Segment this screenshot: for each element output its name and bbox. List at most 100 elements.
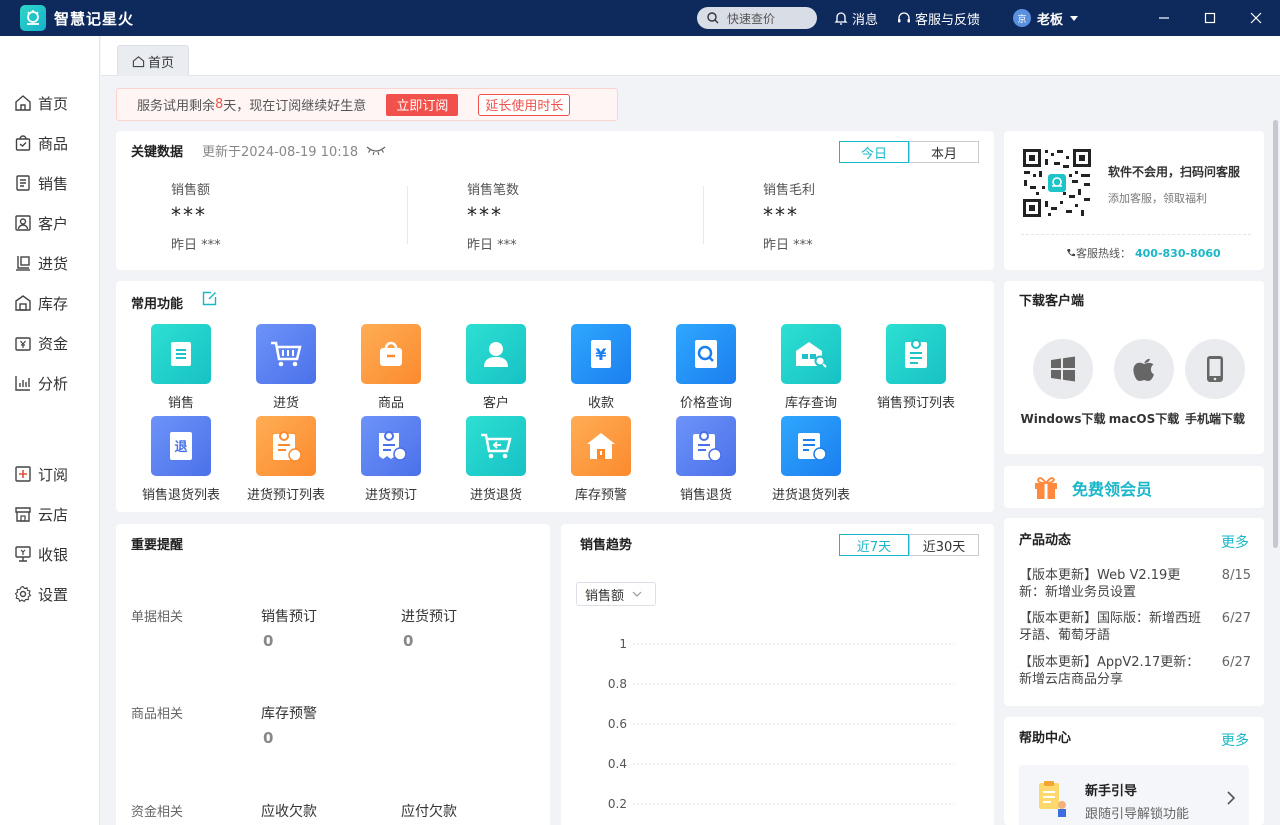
phone-icon <box>1067 249 1075 257</box>
sidebar-item-inventory[interactable]: 库存 <box>14 293 68 313</box>
reminder-value: 0 <box>263 729 274 747</box>
func-receipt[interactable]: ¥ 收款 <box>546 324 656 411</box>
reminders-card: 重要提醒 单据相关 销售预订 0 进货预订 0 商品相关 库存预警 0 资金相关… <box>116 524 550 825</box>
sidebar-item-home[interactable]: 首页 <box>14 93 68 113</box>
func-purchase-order[interactable]: 进货预订 <box>336 416 446 503</box>
func-purchase-order-list[interactable]: 进货预订列表 <box>231 416 341 503</box>
sidebar-item-subscribe[interactable]: 订阅 <box>14 464 68 484</box>
divider <box>703 186 704 244</box>
sidebar-item-label: 设置 <box>38 585 69 604</box>
guide-subtitle: 跟随引导解锁功能 <box>1085 807 1190 822</box>
purchase-icon <box>16 256 30 271</box>
sidebar-item-label: 首页 <box>38 94 69 113</box>
download-label: Windows下载 <box>1020 412 1106 426</box>
func-sales-order-list[interactable]: 销售预订列表 <box>861 324 971 411</box>
close-button[interactable] <box>1233 0 1279 36</box>
help-more-link[interactable]: 更多 <box>1221 730 1249 750</box>
download-windows[interactable]: Windows下载 <box>1018 339 1108 427</box>
sidebar-item-label: 分析 <box>38 374 69 393</box>
func-label: 销售 <box>167 396 194 411</box>
edit-icon[interactable] <box>202 291 217 306</box>
user-name: 老板 <box>1037 12 1064 28</box>
func-label: 进货预订列表 <box>246 488 325 503</box>
news-date: 8/15 <box>1221 568 1251 583</box>
sidebar-item-funds[interactable]: 资金 <box>14 333 68 353</box>
news-date: 6/27 <box>1221 611 1251 626</box>
news-item[interactable]: 【版本更新】AppV2.17更新：新增云店商品分享 6/27 <box>1019 654 1251 688</box>
group-label: 单据相关 <box>131 610 184 625</box>
sidebar-item-purchase[interactable]: 进货 <box>14 253 68 273</box>
download-card: 下载客户端 Windows下载 macOS下载 手机端下载 <box>1004 281 1264 454</box>
reminder-payable[interactable]: 应付欠款 <box>401 801 457 821</box>
period-30-days[interactable]: 近30天 <box>909 534 979 556</box>
trial-suffix: 天，现在订阅继续好生意 <box>223 99 367 114</box>
maximize-button[interactable] <box>1187 0 1233 36</box>
download-label: 手机端下载 <box>1184 412 1245 426</box>
support-button[interactable]: 客服与反馈 <box>896 0 980 36</box>
metric-label: 销售额 <box>171 183 211 198</box>
reminder-receivable[interactable]: 应收欠款 <box>261 801 317 821</box>
reminder-stock-warning[interactable]: 库存预警 0 <box>261 703 317 747</box>
reminder-sales-order[interactable]: 销售预订 0 <box>261 606 317 650</box>
func-products[interactable]: 商品 <box>336 324 446 411</box>
func-label: 客户 <box>482 396 509 411</box>
func-customers[interactable]: 客户 <box>441 324 551 411</box>
quick-search-input[interactable]: 快速查价 <box>697 7 817 29</box>
reminder-name: 销售预订 <box>261 609 317 625</box>
free-vip-card[interactable]: 免费领会员 <box>1004 466 1264 508</box>
func-sales-return[interactable]: 销售退货 <box>651 416 761 503</box>
sidebar: 首页 商品 销售 客户 进货 库存 资金 分析 订阅 云店 收银 设置 <box>0 36 100 825</box>
messages-button[interactable]: 消息 <box>833 0 878 36</box>
sidebar-item-cloud-store[interactable]: 云店 <box>14 504 68 524</box>
period-today[interactable]: 今日 <box>839 141 909 163</box>
func-purchase[interactable]: 进货 <box>231 324 341 411</box>
metric-yesterday: 昨日 *** <box>467 238 517 253</box>
reminder-purchase-order[interactable]: 进货预订 0 <box>401 606 457 650</box>
chevron-right-icon <box>1227 791 1236 805</box>
minimize-button[interactable] <box>1141 0 1187 36</box>
func-label: 库存预警 <box>574 488 627 503</box>
messages-label: 消息 <box>852 12 879 28</box>
product-news-card: 产品动态 更多 【版本更新】Web V2.19更新：新增业务员设置 8/15 【… <box>1004 518 1264 706</box>
func-sales-return-list[interactable]: 退 销售退货列表 <box>126 416 236 503</box>
period-7-days[interactable]: 近7天 <box>839 534 909 556</box>
trial-days: 8 <box>215 97 224 112</box>
func-sales[interactable]: 销售 <box>126 324 236 411</box>
download-title: 下载客户端 <box>1019 294 1085 309</box>
metric-select[interactable]: 销售额 <box>576 582 656 606</box>
news-item[interactable]: 【版本更新】Web V2.19更新：新增业务员设置 8/15 <box>1019 567 1251 601</box>
news-item[interactable]: 【版本更新】国际版：新增西班牙語、葡萄牙語 6/27 <box>1019 610 1251 644</box>
sales-trend-card: 销售趋势 近7天 近30天 销售额 1 0.8 0.6 0.4 0.2 <box>561 524 994 825</box>
user-menu[interactable]: 京 老板 <box>1013 0 1082 36</box>
help-center-card: 帮助中心 更多 新手引导 跟随引导解锁功能 <box>1004 717 1264 825</box>
period-month[interactable]: 本月 <box>909 141 979 163</box>
func-price-query[interactable]: 价格查询 <box>651 324 761 411</box>
beginner-guide[interactable]: 新手引导 跟随引导解锁功能 <box>1019 765 1249 825</box>
eye-closed-icon[interactable] <box>366 144 386 156</box>
chart-y-tick-label: 0.6 <box>608 717 627 731</box>
headset-icon <box>898 12 910 23</box>
sidebar-item-sales[interactable]: 销售 <box>14 173 68 193</box>
tab-home[interactable]: 首页 <box>117 45 189 76</box>
news-more-link[interactable]: 更多 <box>1221 532 1249 552</box>
sidebar-item-cashier[interactable]: 收银 <box>14 544 68 564</box>
sidebar-item-customers[interactable]: 客户 <box>14 213 68 233</box>
store-icon <box>15 507 31 522</box>
func-purchase-return[interactable]: 进货退货 <box>441 416 551 503</box>
func-stock-query[interactable]: 库存查询 <box>756 324 866 411</box>
sidebar-item-products[interactable]: 商品 <box>14 133 68 153</box>
func-stock-warning[interactable]: 库存预警 <box>546 416 656 503</box>
subscribe-button[interactable]: 立即订阅 <box>386 93 459 116</box>
scrollbar-thumb[interactable] <box>1273 120 1278 548</box>
sidebar-item-analytics[interactable]: 分析 <box>14 373 68 393</box>
extend-button[interactable]: 延长使用时长 <box>478 93 571 116</box>
func-purchase-return-list[interactable]: 进货退货列表 <box>756 416 866 503</box>
chart-y-tick-label: 0.2 <box>608 797 627 811</box>
func-label: 销售退货列表 <box>141 488 220 503</box>
download-mobile[interactable]: 手机端下载 <box>1170 339 1260 427</box>
sidebar-item-settings[interactable]: 设置 <box>14 584 68 604</box>
sidebar-item-label: 收银 <box>38 545 69 564</box>
house-alert-icon <box>571 416 631 476</box>
sidebar-item-label: 客户 <box>38 214 69 233</box>
group-label: 资金相关 <box>131 805 184 820</box>
